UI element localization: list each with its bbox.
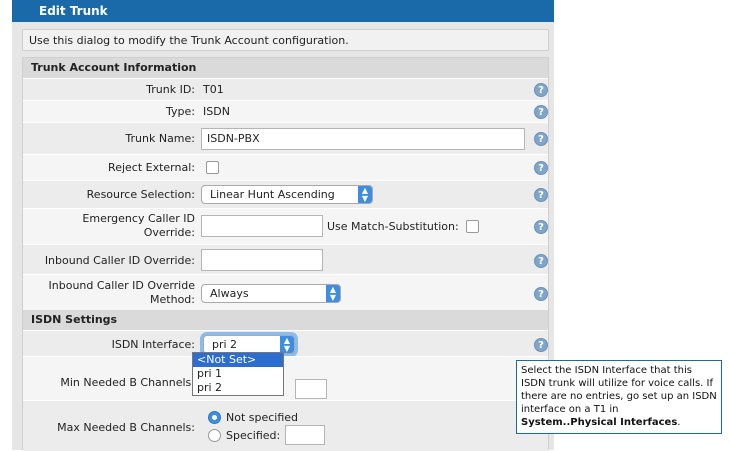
specified-radio[interactable]	[208, 429, 221, 442]
reject-external-checkbox[interactable]	[206, 161, 219, 174]
emergency-caller-id-label-line2: Override:	[143, 226, 195, 239]
inbound-caller-id-label: Inbound Caller ID Override:	[44, 254, 195, 267]
emergency-caller-id-label-line1: Emergency Caller ID	[82, 212, 195, 225]
max-b-channels-input[interactable]	[285, 425, 325, 445]
not-specified-radio[interactable]	[208, 411, 221, 424]
min-b-channels-label: Min Needed B Channels:	[60, 376, 195, 389]
tooltip-text: Select the ISDN Interface that this ISDN…	[521, 365, 717, 415]
chevron-updown-icon: ▲ ▼	[280, 336, 294, 353]
reject-external-label: Reject External:	[108, 161, 195, 174]
use-match-substitution-label: Use Match-Substitution:	[327, 220, 459, 233]
use-match-substitution-checkbox[interactable]	[466, 220, 479, 233]
min-b-channels-input[interactable]	[295, 379, 327, 399]
inbound-caller-id-input[interactable]	[201, 249, 323, 271]
tooltip-link-text: System..Physical Interfaces	[521, 417, 678, 428]
question-mark-icon[interactable]: ?	[534, 254, 548, 268]
row-min-b-channels: Min Needed B Channels:	[23, 356, 548, 400]
emergency-caller-id-input[interactable]	[201, 215, 323, 237]
inbound-method-label-line1: Inbound Caller ID Override	[48, 279, 195, 292]
type-label: Type:	[166, 105, 195, 118]
question-mark-icon[interactable]: ?	[534, 105, 548, 119]
question-mark-icon[interactable]: ?	[534, 338, 548, 352]
isdn-option-pri-1[interactable]: pri 1	[193, 367, 283, 381]
section-trunk-account: Trunk Account Information	[23, 58, 548, 78]
inbound-method-value: Always	[210, 287, 249, 300]
trunk-name-input[interactable]: ISDN-PBX	[201, 128, 525, 150]
isdn-interface-dropdown: <Not Set> pri 1 pri 2	[192, 352, 284, 396]
row-isdn-interface: ISDN Interface: pri 2 ▲ ▼ ?	[23, 330, 548, 356]
isdn-option-not-set[interactable]: <Not Set>	[193, 353, 283, 367]
intro-text: Use this dialog to modify the Trunk Acco…	[22, 29, 549, 51]
inbound-method-label-line2: Method:	[150, 293, 195, 306]
question-mark-icon[interactable]: ?	[534, 132, 548, 146]
row-max-b-channels: Max Needed B Channels: Not specified Spe…	[23, 400, 548, 451]
max-b-channels-label: Max Needed B Channels:	[57, 421, 195, 434]
row-resource-selection: Resource Selection: Linear Hunt Ascendin…	[23, 180, 548, 208]
isdn-interface-tooltip: Select the ISDN Interface that this ISDN…	[516, 360, 722, 434]
row-trunk-id: Trunk ID: T01 ?	[23, 78, 548, 100]
tooltip-end: .	[677, 417, 681, 428]
trunk-name-label: Trunk Name:	[125, 132, 195, 145]
chevron-updown-icon: ▲ ▼	[326, 285, 340, 302]
specified-label: Specified:	[226, 429, 281, 442]
row-type: Type: ISDN ?	[23, 100, 548, 122]
edit-trunk-dialog: Edit Trunk Use this dialog to modify the…	[12, 0, 554, 451]
row-emergency-caller-id: Emergency Caller ID Override: Use Match-…	[23, 208, 548, 244]
emergency-caller-id-label: Emergency Caller ID Override:	[82, 212, 195, 240]
resource-selection-select[interactable]: Linear Hunt Ascending ▲ ▼	[201, 185, 373, 204]
row-reject-external: Reject External: ?	[23, 154, 548, 180]
isdn-option-pri-2[interactable]: pri 2	[193, 381, 283, 395]
isdn-interface-value: pri 2	[212, 338, 238, 351]
row-inbound-method: Inbound Caller ID Override Method: Alway…	[23, 274, 548, 310]
question-mark-icon[interactable]: ?	[534, 188, 548, 202]
question-mark-icon[interactable]: ?	[534, 287, 548, 301]
chevron-updown-icon: ▲ ▼	[358, 186, 372, 203]
not-specified-label: Not specified	[226, 411, 299, 424]
dialog-title: Edit Trunk	[12, 0, 554, 22]
isdn-interface-label: ISDN Interface:	[111, 338, 195, 351]
resource-selection-value: Linear Hunt Ascending	[210, 188, 335, 201]
resource-selection-label: Resource Selection:	[86, 188, 195, 201]
trunk-id-value: T01	[203, 83, 224, 96]
question-mark-icon[interactable]: ?	[534, 220, 548, 234]
row-trunk-name: Trunk Name: ISDN-PBX ?	[23, 122, 548, 154]
row-inbound-caller-id: Inbound Caller ID Override: ?	[23, 244, 548, 274]
type-value: ISDN	[203, 105, 230, 118]
trunk-id-label: Trunk ID:	[146, 83, 195, 96]
inbound-method-label: Inbound Caller ID Override Method:	[49, 279, 195, 307]
question-mark-icon[interactable]: ?	[534, 83, 548, 97]
settings-panel: Trunk Account Information Trunk ID: T01 …	[22, 57, 549, 451]
question-mark-icon[interactable]: ?	[534, 161, 548, 175]
section-isdn-settings: ISDN Settings	[23, 310, 548, 330]
inbound-method-select[interactable]: Always ▲ ▼	[201, 284, 341, 303]
